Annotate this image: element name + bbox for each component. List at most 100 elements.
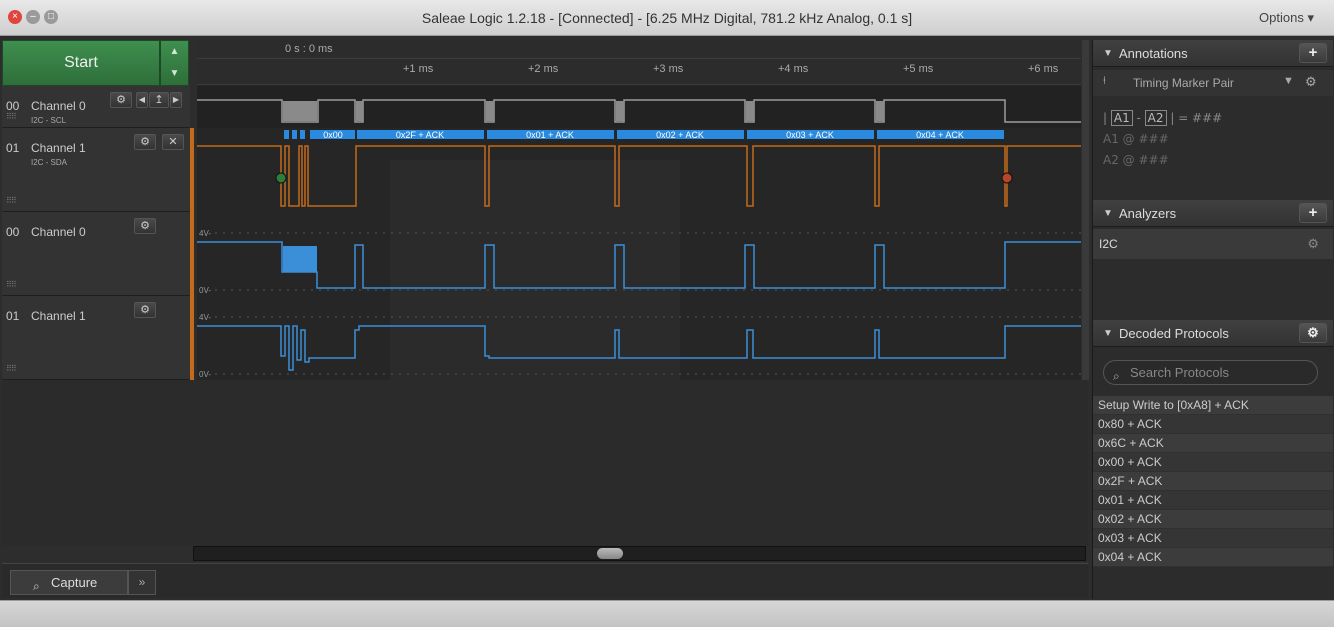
- channel-row-digital-0: 00 Channel 0 I2C - SCL ⠿⠿ ⚙ ◀ ↥ ▶: [2, 86, 190, 128]
- marker-a1-row: A1 @ ###: [1103, 132, 1169, 146]
- bus-label: 0x00: [323, 130, 343, 140]
- channel-color-bar: [190, 212, 194, 380]
- stop-marker[interactable]: [1001, 172, 1013, 184]
- ruler-tick-label: +5 ms: [903, 63, 934, 75]
- watermark-logo: [390, 160, 680, 380]
- channel-name[interactable]: Channel 1: [31, 141, 86, 155]
- list-item[interactable]: 0x80 + ACK: [1093, 415, 1333, 434]
- channel-name[interactable]: Channel 0: [31, 225, 86, 239]
- gear-icon[interactable]: ⚙: [1305, 74, 1317, 90]
- status-bar: [0, 600, 1334, 627]
- capture-tab-bar: ⌕ Capture »: [2, 563, 1088, 598]
- channel-color-bar: [190, 128, 194, 212]
- list-item[interactable]: 0x2F + ACK: [1093, 472, 1333, 491]
- list-item[interactable]: 0x04 + ACK: [1093, 548, 1333, 567]
- timing-marker-label: Timing Marker Pair: [1133, 76, 1234, 90]
- trigger-next-icon[interactable]: ▶: [170, 92, 182, 108]
- ruler-tick-label: +6 ms: [1028, 63, 1059, 75]
- title-bar: × – □ Saleae Logic 1.2.18 - [Connected] …: [0, 0, 1334, 36]
- bus-label: 0x2F + ACK: [396, 130, 444, 140]
- gear-icon[interactable]: ⚙: [1299, 323, 1327, 343]
- start-capture-button[interactable]: Start: [2, 40, 160, 86]
- start-options-stepper[interactable]: ▲ ▼: [160, 40, 189, 86]
- add-annotation-button[interactable]: +: [1299, 43, 1327, 63]
- annotations-header[interactable]: ▼ Annotations +: [1093, 40, 1333, 67]
- panel-title: Annotations: [1119, 46, 1188, 61]
- scrollbar-thumb[interactable]: [597, 548, 623, 559]
- scl-trace: [197, 86, 1081, 128]
- analyzer-item-i2c[interactable]: I2C ⚙: [1093, 229, 1333, 259]
- start-marker[interactable]: [275, 172, 287, 184]
- analyzers-header[interactable]: ▼ Analyzers +: [1093, 200, 1333, 227]
- chevron-down-icon[interactable]: ▼: [1283, 75, 1294, 87]
- scl-pulse: [876, 101, 884, 121]
- gear-icon[interactable]: ⚙: [110, 92, 132, 108]
- gear-icon[interactable]: ⚙: [134, 218, 156, 234]
- channel-name[interactable]: Channel 0: [31, 99, 86, 113]
- capture-tab[interactable]: ⌕ Capture: [10, 570, 128, 595]
- list-item[interactable]: 0x02 + ACK: [1093, 510, 1333, 529]
- panel-title: Analyzers: [1119, 206, 1177, 221]
- drag-handle-icon[interactable]: ⠿⠿: [6, 196, 17, 205]
- bus-segment[interactable]: [292, 130, 297, 139]
- search-protocols-input[interactable]: ⌕ Search Protocols: [1103, 360, 1318, 385]
- marker-a2-box[interactable]: A2: [1144, 110, 1167, 126]
- decoded-protocols-list: Setup Write to [0xA8] + ACK 0x80 + ACK 0…: [1093, 396, 1333, 567]
- marker-difference: = ###: [1178, 111, 1223, 125]
- trigger-prev-icon[interactable]: ◀: [136, 92, 148, 108]
- decoded-protocols-header[interactable]: ▼ Decoded Protocols ⚙: [1093, 320, 1333, 347]
- marker-a1-box[interactable]: A1: [1110, 110, 1133, 126]
- scl-lane-bg: [197, 86, 1081, 128]
- chevron-up-icon[interactable]: ▲: [161, 41, 188, 63]
- channel-row-digital-1: 01 Channel 1 I2C - SDA ⠿⠿ ⚙ ✕: [2, 128, 190, 212]
- ruler-tick-label: +3 ms: [653, 63, 684, 75]
- waveform-plot[interactable]: 0x00 0x2F + ACK 0x01 + ACK 0x02 + ACK 0x…: [197, 40, 1081, 380]
- search-placeholder: Search Protocols: [1130, 365, 1229, 380]
- trigger-edge-icon[interactable]: ↥: [149, 92, 169, 108]
- time-ruler[interactable]: +1 ms +2 ms +3 ms +4 ms +5 ms +6 ms: [197, 59, 1081, 85]
- marker-a1-label: A1: [1103, 132, 1119, 146]
- channel-number: 01: [6, 141, 20, 155]
- channel-name[interactable]: Channel 1: [31, 309, 86, 323]
- channel-analyzer-label: I2C - SDA: [31, 158, 68, 167]
- marker-a2-row: A2 @ ###: [1103, 153, 1169, 167]
- more-tabs-button[interactable]: »: [128, 570, 156, 595]
- gear-icon[interactable]: ⚙: [134, 134, 156, 150]
- channel-row-analog-0: 00 Channel 0 ⠿⠿ ⚙: [2, 212, 190, 296]
- waveform-svg[interactable]: 0x00 0x2F + ACK 0x01 + ACK 0x02 + ACK 0x…: [197, 40, 1081, 380]
- chevron-down-icon[interactable]: ▼: [161, 63, 188, 85]
- list-item[interactable]: Setup Write to [0xA8] + ACK: [1093, 396, 1333, 415]
- bus-segment[interactable]: [300, 130, 305, 139]
- scl-pulse: [356, 101, 363, 121]
- collapse-triangle-icon[interactable]: ▼: [1103, 320, 1113, 347]
- close-icon[interactable]: ✕: [162, 134, 184, 150]
- timing-marker-row[interactable]: ⍿ Timing Marker Pair ▼ ⚙: [1093, 70, 1333, 96]
- bus-label: 0x01 + ACK: [526, 130, 574, 140]
- time-origin-label: 0 s : 0 ms: [285, 43, 333, 55]
- drag-handle-icon[interactable]: ⠿⠿: [6, 280, 17, 289]
- list-item[interactable]: 0x6C + ACK: [1093, 434, 1333, 453]
- list-item[interactable]: 0x00 + ACK: [1093, 453, 1333, 472]
- marker-a2-value: @ ###: [1122, 153, 1169, 167]
- add-analyzer-button[interactable]: +: [1299, 203, 1327, 223]
- bus-segment[interactable]: [284, 130, 289, 139]
- window-title: Saleae Logic 1.2.18 - [Connected] - [6.2…: [421, 10, 913, 26]
- drag-handle-icon[interactable]: ⠿⠿: [6, 112, 17, 121]
- empty-channel-area: [2, 380, 1088, 546]
- panel-title: Decoded Protocols: [1119, 326, 1229, 341]
- vertical-scrollbar[interactable]: [1082, 40, 1089, 380]
- list-item[interactable]: 0x03 + ACK: [1093, 529, 1333, 548]
- bus-label: 0x04 + ACK: [916, 130, 964, 140]
- marker-a1-value: @ ###: [1122, 132, 1169, 146]
- collapse-triangle-icon[interactable]: ▼: [1103, 200, 1113, 227]
- horizontal-scrollbar[interactable]: [193, 546, 1086, 561]
- pin-icon: ⍿: [1103, 75, 1106, 87]
- gear-icon[interactable]: ⚙: [1307, 229, 1319, 259]
- collapse-triangle-icon[interactable]: ▼: [1103, 40, 1113, 67]
- time-origin-ruler[interactable]: 0 s : 0 ms: [197, 40, 1081, 59]
- list-item[interactable]: 0x01 + ACK: [1093, 491, 1333, 510]
- drag-handle-icon[interactable]: ⠿⠿: [6, 364, 17, 373]
- gear-icon[interactable]: ⚙: [134, 302, 156, 318]
- options-menu-button[interactable]: Options ▾: [1259, 10, 1314, 26]
- scl-pulse: [616, 101, 624, 121]
